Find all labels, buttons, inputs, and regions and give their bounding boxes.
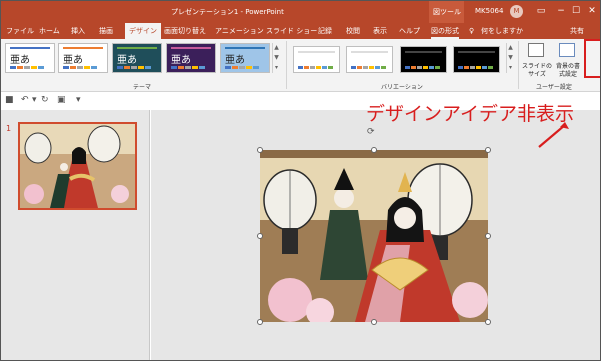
ribbon-display-options-icon[interactable]: ▭	[534, 4, 548, 18]
undo-icon[interactable]: ↶	[21, 95, 29, 105]
variations-scroll[interactable]: ▲ ▼ ▾	[506, 43, 514, 73]
group-separator	[286, 41, 287, 89]
variation-title-line	[351, 51, 388, 53]
theme-sample-text: 亜あ	[63, 55, 83, 66]
tell-me-box[interactable]: 何をしますか	[481, 23, 523, 39]
tab-file[interactable]: ファイル	[6, 23, 34, 39]
tab-insert[interactable]: 挿入	[71, 23, 85, 39]
theme-sample-text: 亜あ	[225, 55, 245, 66]
resize-handle-top[interactable]	[371, 147, 377, 153]
theme-accent-bar	[225, 47, 265, 49]
slide-size-icon[interactable]	[528, 43, 544, 57]
lightbulb-icon[interactable]: ♀	[469, 23, 474, 39]
selected-picture[interactable]	[260, 150, 488, 326]
variation-color-chips	[298, 66, 333, 69]
variations-group-label: バリエーション	[381, 84, 423, 91]
theme-accent-bar	[117, 47, 157, 49]
variation-option[interactable]	[346, 46, 393, 73]
variation-color-chips	[405, 66, 440, 69]
themes-group-label: テーマ	[133, 84, 152, 91]
tab-record[interactable]: 記録	[318, 23, 332, 39]
hina-doll-image	[260, 150, 488, 326]
theme-color-chips	[225, 66, 259, 69]
user-settings-group-label: ユーザー設定	[536, 84, 572, 91]
format-background-button[interactable]: 背景の書 式設定	[553, 63, 583, 79]
window-title: プレゼンテーション1 - PowerPoint	[171, 8, 284, 16]
slide-size-button[interactable]: スライドの サイズ	[522, 63, 552, 79]
theme-option[interactable]: 亜あ	[166, 43, 216, 73]
theme-option[interactable]: 亜あ	[220, 43, 270, 73]
variation-title-line	[405, 51, 442, 53]
tab-transitions[interactable]: 画面切り替え	[164, 23, 206, 39]
themes-scroll[interactable]: ▲ ▼ ▾	[272, 43, 280, 73]
rotate-handle-icon[interactable]: ⟳	[367, 127, 375, 137]
resize-handle-bottom-right[interactable]	[485, 319, 491, 325]
annotation-arrow-icon	[538, 122, 569, 148]
theme-sample-text: 亜あ	[10, 55, 30, 66]
design-ideas-highlight	[584, 39, 600, 78]
present-icon[interactable]: ▣	[57, 95, 66, 105]
redo-icon[interactable]: ↻	[41, 95, 49, 105]
save-icon[interactable]: ■	[5, 95, 14, 105]
share-button[interactable]: 共有	[570, 23, 584, 39]
tab-animations[interactable]: アニメーション	[215, 23, 264, 39]
theme-sample-text: 亜あ	[117, 55, 137, 66]
minimize-button[interactable]: −	[554, 4, 568, 18]
account-name[interactable]: MK5064	[475, 7, 503, 15]
theme-accent-bar	[171, 47, 211, 49]
slide-thumbnail-pane: 1	[1, 110, 150, 360]
resize-handle-left[interactable]	[257, 233, 263, 239]
variation-option[interactable]	[400, 46, 447, 73]
tab-review[interactable]: 校閲	[346, 23, 360, 39]
variation-color-chips	[351, 66, 386, 69]
tab-picture-format[interactable]: 図の形式	[431, 23, 459, 39]
ribbon-design: 亜あ 亜あ 亜あ 亜あ 亜あ ▲ ▼ ▾ テーマ ▲ ▼ ▾ バリエーション スライドの サイズ…	[1, 39, 600, 92]
format-background-icon[interactable]	[559, 43, 575, 57]
theme-color-chips	[10, 66, 44, 69]
maximize-button[interactable]: ☐	[569, 4, 583, 18]
theme-option[interactable]: 亜あ	[112, 43, 162, 73]
theme-accent-bar	[10, 47, 50, 49]
resize-handle-top-right[interactable]	[485, 147, 491, 153]
theme-color-chips	[63, 66, 97, 69]
title-bar: プレゼンテーション1 - PowerPoint 図ツール MK5064 M ▭ …	[1, 1, 600, 23]
slide-number: 1	[6, 124, 12, 133]
theme-option[interactable]: 亜あ	[5, 43, 55, 73]
hina-doll-thumbnail-image	[20, 124, 135, 208]
theme-sample-text: 亜あ	[171, 55, 191, 66]
variation-option[interactable]	[293, 46, 340, 73]
group-separator	[518, 41, 519, 89]
picture-tools-label: 図ツール	[429, 1, 464, 23]
variation-title-line	[458, 51, 495, 53]
customize-qat-icon[interactable]: ▾	[76, 95, 81, 105]
resize-handle-right[interactable]	[485, 233, 491, 239]
slide-thumbnail[interactable]	[18, 122, 137, 210]
theme-option[interactable]: 亜あ	[58, 43, 108, 73]
ribbon-tabs: ファイル ホーム 挿入 描画 デザイン 画面切り替え アニメーション スライド …	[1, 23, 600, 39]
theme-color-chips	[117, 66, 151, 69]
resize-handle-bottom-left[interactable]	[257, 319, 263, 325]
powerpoint-window: プレゼンテーション1 - PowerPoint 図ツール MK5064 M ▭ …	[0, 0, 601, 361]
tab-home[interactable]: ホーム	[39, 23, 60, 39]
variation-color-chips	[458, 66, 493, 69]
variation-title-line	[298, 51, 335, 53]
tab-draw[interactable]: 描画	[99, 23, 113, 39]
variation-option[interactable]	[453, 46, 500, 73]
theme-color-chips	[171, 66, 205, 69]
undo-dropdown-icon[interactable]: ▾	[32, 95, 37, 105]
tab-view[interactable]: 表示	[373, 23, 387, 39]
resize-handle-bottom[interactable]	[371, 319, 377, 325]
close-button[interactable]: ✕	[585, 4, 599, 18]
tab-help[interactable]: ヘルプ	[399, 23, 420, 39]
avatar[interactable]: M	[510, 5, 523, 18]
tab-slideshow[interactable]: スライド ショー	[266, 23, 317, 39]
theme-accent-bar	[63, 47, 103, 49]
tab-design[interactable]: デザイン	[125, 23, 161, 39]
resize-handle-top-left[interactable]	[257, 147, 263, 153]
